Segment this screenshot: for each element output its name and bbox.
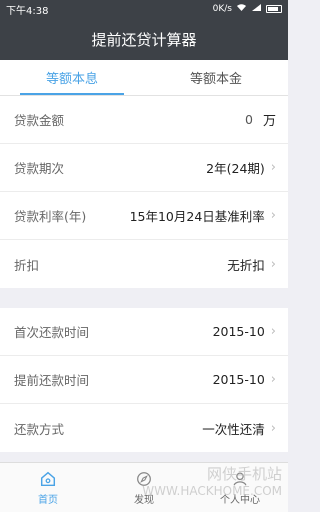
tab-label: 等额本息 — [45, 72, 98, 87]
chevron-right-icon: › — [270, 160, 276, 175]
signal-icon — [251, 3, 262, 15]
loan-term-label: 贷款期次 — [14, 161, 65, 176]
repayment-method-label: 还款方式 — [14, 421, 65, 437]
repayment-method-row[interactable]: 还款方式 一次性还清 › — [0, 404, 288, 452]
app-title-bar: 提前还贷计算器 — [0, 18, 288, 60]
loan-amount-label: 贷款金额 — [14, 113, 65, 128]
loan-amount-input[interactable] — [234, 112, 253, 127]
wifi-icon — [236, 3, 247, 15]
loan-term-value: 2年(24期) — [206, 161, 265, 176]
tab-label: 等额本金 — [189, 72, 242, 87]
chevron-right-icon: › — [270, 256, 276, 272]
repayment-method-value: 一次性还清 — [202, 421, 265, 437]
tab-bar: 等额本息 等额本金 — [0, 60, 288, 96]
home-icon — [40, 471, 56, 486]
loan-rate-value: 15年10月24日基准利率 — [129, 209, 265, 224]
battery-icon — [266, 5, 282, 13]
early-repayment-label: 提前还款时间 — [14, 373, 90, 388]
chevron-right-icon: › — [270, 208, 276, 223]
early-repayment-row[interactable]: 提前还款时间 2015-10 › — [0, 356, 288, 404]
page-title: 提前还贷计算器 — [91, 30, 197, 49]
network-speed: 0K/s — [212, 4, 232, 14]
discount-value: 无折扣 — [227, 257, 265, 273]
nav-home[interactable]: 首页 — [0, 463, 96, 512]
repayment-section: 首次还款时间 2015-10 › 提前还款时间 2015-10 › 还款方式 一… — [0, 308, 288, 452]
early-repayment-value: 2015-10 — [212, 372, 265, 387]
tab-equal-installment[interactable]: 等额本息 — [0, 60, 144, 95]
loan-term-row[interactable]: 贷款期次 2年(24期) › — [0, 144, 288, 192]
discount-row[interactable]: 折扣 无折扣 › — [0, 240, 288, 288]
status-bar: 下午4:38 0K/s — [0, 0, 288, 18]
chevron-right-icon: › — [270, 324, 276, 339]
loan-section: 贷款金额 万 贷款期次 2年(24期) › 贷款利率(年) 15年10月24日基… — [0, 96, 288, 288]
loan-amount-unit: 万 — [262, 114, 276, 129]
loan-rate-label: 贷款利率(年) — [14, 209, 87, 224]
nav-label: 首页 — [38, 494, 58, 506]
chevron-right-icon: › — [270, 372, 276, 387]
tab-equal-principal[interactable]: 等额本金 — [144, 60, 288, 95]
watermark-line1: 网侠手机站 — [206, 465, 282, 483]
chevron-right-icon: › — [270, 420, 276, 436]
watermark: 网侠手机站 WWW.HACKHOME.COM — [142, 463, 282, 498]
first-repayment-row[interactable]: 首次还款时间 2015-10 › — [0, 308, 288, 356]
first-repayment-value: 2015-10 — [212, 324, 265, 339]
watermark-line2: WWW.HACKHOME.COM — [142, 484, 282, 498]
status-icons: 0K/s — [213, 3, 282, 15]
loan-rate-row[interactable]: 贷款利率(年) 15年10月24日基准利率 › — [0, 192, 288, 240]
status-time: 下午4:38 — [6, 5, 49, 17]
discount-label: 折扣 — [14, 257, 40, 273]
loan-amount-row: 贷款金额 万 — [0, 96, 288, 144]
first-repayment-label: 首次还款时间 — [14, 325, 90, 340]
